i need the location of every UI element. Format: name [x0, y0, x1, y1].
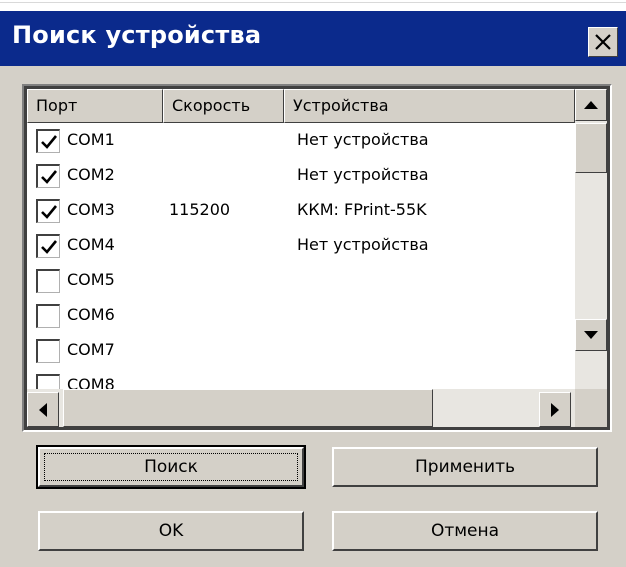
top-edge	[0, 0, 626, 3]
list-row[interactable]: COM6	[27, 298, 575, 334]
cancel-button[interactable]: Отмена	[332, 511, 598, 551]
arrow-left-icon	[39, 402, 47, 417]
scroll-up-button[interactable]	[575, 89, 607, 121]
focus-rect	[44, 453, 298, 481]
dialog-title: Поиск устройства	[12, 21, 262, 49]
list-row[interactable]: COM5	[27, 263, 575, 299]
title-bar[interactable]: Поиск устройства	[0, 11, 626, 66]
list-row[interactable]: COM2 Нет устройства	[27, 158, 575, 194]
port-name: COM4	[67, 235, 115, 254]
port-name: COM5	[67, 270, 115, 289]
apply-button-label: Применить	[415, 457, 515, 477]
scroll-right-button[interactable]	[539, 392, 571, 427]
port-device: Нет устройства	[297, 130, 429, 149]
list-row[interactable]: COM7	[27, 333, 575, 369]
port-checkbox[interactable]	[36, 374, 60, 389]
arrow-down-icon	[584, 331, 598, 339]
apply-button[interactable]: Применить	[332, 447, 598, 487]
port-speed: 115200	[169, 200, 231, 219]
close-button[interactable]	[588, 27, 618, 57]
horizontal-scrollbar[interactable]	[27, 389, 575, 427]
ports-list-inner: Порт Скорость Устройства COM1 Нет устрой…	[27, 89, 607, 427]
port-checkbox[interactable]	[36, 234, 60, 258]
port-name: COM1	[67, 130, 115, 149]
arrow-up-icon	[584, 101, 598, 109]
list-row[interactable]: COM4 Нет устройства	[27, 228, 575, 264]
list-header: Порт Скорость Устройства	[27, 89, 575, 123]
list-row[interactable]: COM1 Нет устройства	[27, 123, 575, 159]
port-name: COM7	[67, 340, 115, 359]
list-row[interactable]: COM3 115200 ККМ: FPrint-55K	[27, 193, 575, 229]
horizontal-scroll-thumb[interactable]	[63, 389, 433, 427]
port-checkbox[interactable]	[36, 339, 60, 363]
ports-list[interactable]: Порт Скорость Устройства COM1 Нет устрой…	[22, 84, 612, 432]
device-search-dialog: Поиск устройства Порт Скорость Устройств…	[0, 10, 626, 567]
port-name: COM3	[67, 200, 115, 219]
port-checkbox[interactable]	[36, 164, 60, 188]
column-header-speed[interactable]: Скорость	[163, 89, 284, 123]
scroll-left-button[interactable]	[27, 392, 59, 427]
scroll-down-button[interactable]	[575, 319, 607, 351]
column-header-port[interactable]: Порт	[27, 89, 163, 123]
list-row[interactable]: COM8	[27, 368, 575, 389]
search-button[interactable]: Поиск	[36, 445, 306, 489]
port-checkbox[interactable]	[36, 269, 60, 293]
port-device: Нет устройства	[297, 235, 429, 254]
port-device: Нет устройства	[297, 165, 429, 184]
scrollbar-corner	[575, 389, 607, 427]
checkmark-icon	[41, 240, 58, 254]
port-device: ККМ: FPrint-55K	[297, 200, 427, 219]
vertical-scroll-thumb[interactable]	[575, 123, 607, 173]
port-checkbox[interactable]	[36, 199, 60, 223]
port-checkbox[interactable]	[36, 304, 60, 328]
port-name: COM8	[67, 375, 115, 389]
column-header-devices[interactable]: Устройства	[284, 89, 575, 123]
port-name: COM2	[67, 165, 115, 184]
cancel-button-label: Отмена	[430, 521, 500, 541]
vertical-scrollbar[interactable]	[575, 89, 607, 389]
list-rows: COM1 Нет устройства COM2 Нет устройства …	[27, 123, 575, 389]
close-icon	[594, 33, 612, 51]
checkmark-icon	[41, 205, 58, 219]
checkmark-icon	[41, 170, 58, 184]
arrow-right-icon	[551, 402, 559, 417]
ok-button-label: OK	[158, 521, 184, 541]
checkmark-icon	[41, 135, 58, 149]
port-name: COM6	[67, 305, 115, 324]
port-checkbox[interactable]	[36, 129, 60, 153]
ok-button[interactable]: OK	[38, 511, 304, 551]
